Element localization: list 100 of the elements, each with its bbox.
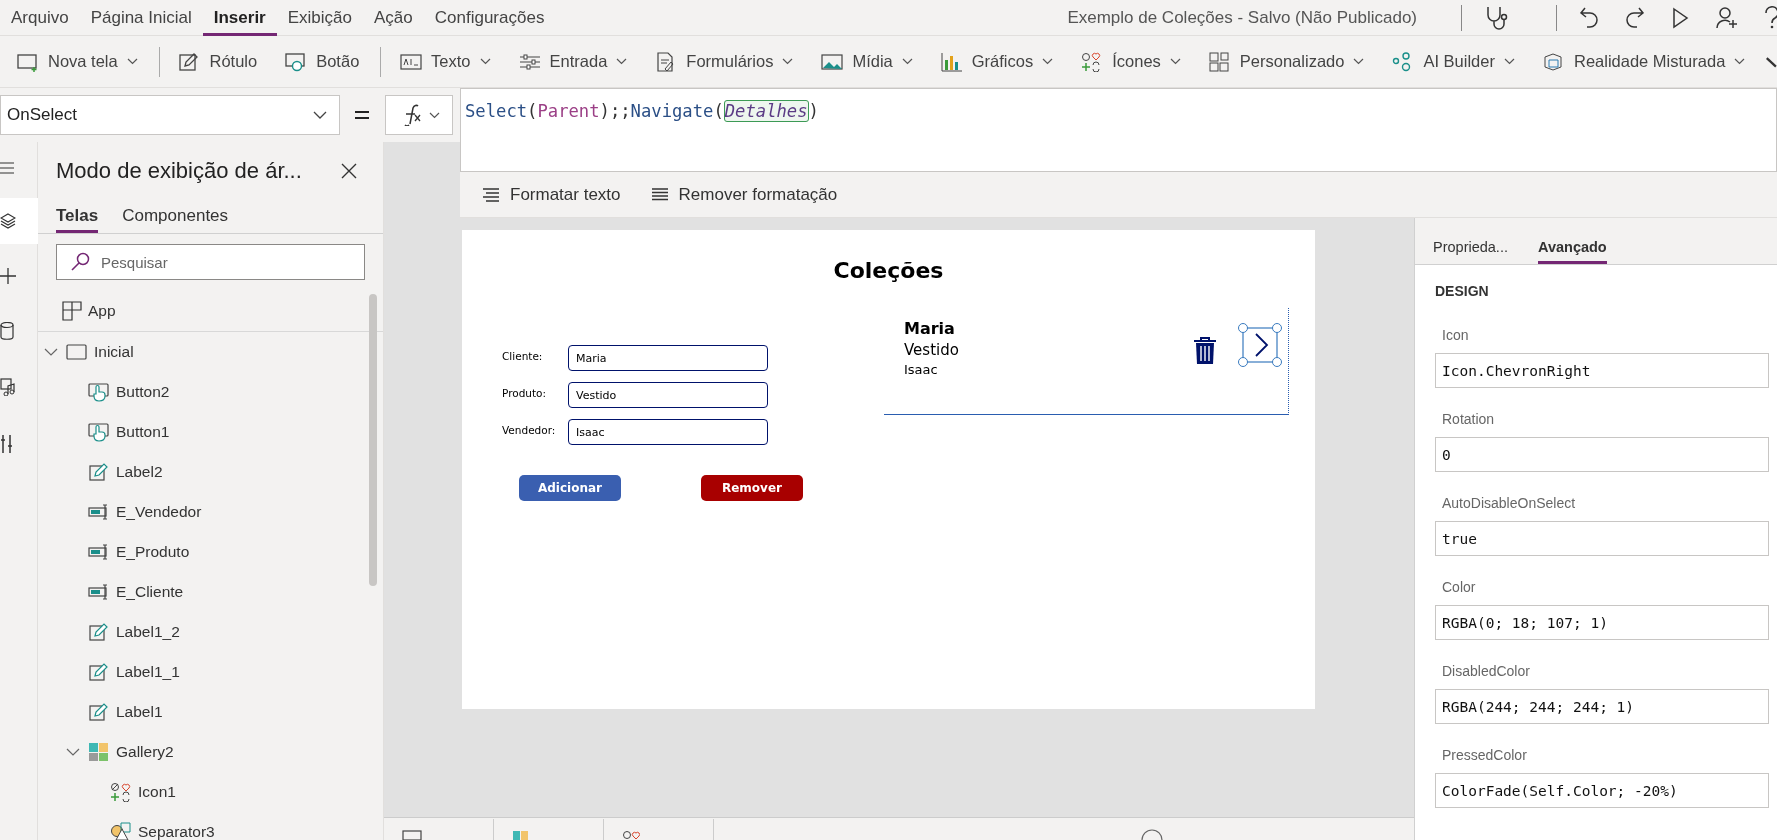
toolbar-button[interactable]: Mídia [814,45,920,78]
toolbar-button[interactable]: Gráficos [933,45,1061,78]
close-icon[interactable] [341,163,357,179]
toolbar-button[interactable]: Nova tela [10,45,145,78]
tree-item[interactable]: Inicial [38,332,383,372]
property-label: Rotation [1442,411,1496,427]
undo-icon[interactable] [1579,5,1599,30]
format-button[interactable]: Formatar texto [482,184,621,205]
stethoscope-icon[interactable] [1484,4,1508,31]
tree-view-tab[interactable] [0,198,38,244]
label-icon [88,462,110,482]
app-icon [62,301,82,321]
play-icon[interactable] [1671,6,1689,29]
toolbar-button[interactable]: Realidade Misturada [1535,45,1753,78]
caret-icon [1503,58,1515,65]
zoom-icon[interactable] [1140,828,1164,840]
tree-item[interactable]: Button1 [38,412,383,452]
button-icon [88,382,110,402]
text-input-icon [88,502,110,522]
panel-tab[interactable]: Telas [56,206,99,233]
menu-tab[interactable]: Página Inicial [79,3,203,36]
function-button[interactable] [385,95,453,135]
property-field[interactable]: RGBA(0; 18; 107; 1) [1435,605,1769,640]
item-body: Isaac [904,362,938,377]
menu-tab[interactable]: Exibição [276,3,363,36]
chevron-right-icon[interactable] [1242,327,1278,363]
resize-handle[interactable] [1238,357,1248,367]
toolbar-button[interactable]: Ícones [1074,45,1188,78]
button-icon [285,51,308,72]
caret-icon [428,111,440,119]
pen-icon[interactable] [1766,54,1777,69]
tree-item[interactable]: Gallery2 [38,732,383,772]
text-icon [400,51,423,72]
property-field[interactable]: true [1435,521,1769,556]
property-field[interactable]: ColorFade(Self.Color; -20%) [1435,773,1769,808]
toolbar-button[interactable]: Personalizado [1201,45,1372,78]
app-button[interactable]: Adicionar [519,475,621,501]
property-field[interactable]: Icon.ChevronRight [1435,353,1769,388]
tree-item[interactable]: Label2 [38,452,383,492]
label-icon [88,662,110,682]
layers-icon [0,213,16,229]
toolbar-button[interactable]: Entrada [511,45,635,78]
tree-item[interactable]: App [38,291,383,331]
property-field[interactable]: RGBA(244; 244; 244; 1) [1435,689,1769,724]
menu-tab[interactable]: Configurações [423,3,556,36]
toolbar-button[interactable]: Formulários [648,45,801,78]
tree-item[interactable]: Icon1 [38,772,383,812]
property-label: PressedColor [1442,747,1528,763]
text-input[interactable]: Maria [568,345,768,371]
tree-item[interactable]: Button2 [38,372,383,412]
help-icon[interactable] [1765,5,1777,30]
scrollbar[interactable] [369,294,377,586]
tree-item[interactable]: Label1 [38,692,383,732]
caret-icon [782,58,794,65]
toolbar-button[interactable]: Rótulo [171,45,265,78]
toolbar-button[interactable]: AI Builder [1385,45,1522,78]
tree-item[interactable]: Label1_1 [38,652,383,692]
menu-tab[interactable]: Arquivo [0,3,80,36]
media-icon[interactable] [0,378,16,396]
property-dropdown[interactable]: OnSelect [0,95,340,135]
panel-tab[interactable]: Proprieda... [1433,239,1508,264]
tree-item[interactable]: Label1_2 [38,612,383,652]
caret-icon [1734,58,1746,65]
caret-icon [1353,58,1365,65]
toolbar-button[interactable]: Botão [278,45,367,78]
caret-icon [313,111,327,119]
menu-tab[interactable]: Ação [363,3,424,36]
field-label: Vendedor: [502,424,556,436]
app-button[interactable]: Remover [701,475,803,501]
caret-icon [479,58,491,65]
input-icon [518,51,541,72]
resize-handle[interactable] [1272,323,1282,333]
property-label: DisabledColor [1442,663,1531,679]
database-icon[interactable] [0,322,14,340]
resize-handle[interactable] [1272,357,1282,367]
tree-item[interactable]: Separator3 [38,812,383,840]
text-input-icon [88,582,110,602]
menu-icon[interactable] [0,162,14,174]
redo-icon[interactable] [1625,5,1645,30]
format-button[interactable]: Remover formatação [650,184,838,205]
menu-tab[interactable]: Inserir [202,3,277,36]
property-label: Color [1442,579,1477,595]
tree-item[interactable]: E_Produto [38,532,383,572]
trash-icon[interactable] [1193,337,1217,365]
plus-icon[interactable] [0,268,16,284]
resize-handle[interactable] [1238,323,1248,333]
text-input[interactable]: Vestido [568,382,768,408]
panel-tab[interactable]: Componentes [122,206,229,233]
text-input-icon [88,542,110,562]
search-field[interactable]: Pesquisar [56,244,365,280]
toolbar-button[interactable]: Texto [393,45,498,78]
tree-item[interactable]: E_Vendedor [38,492,383,532]
media-icon [821,51,844,72]
panel-tab[interactable]: Avançado [1537,239,1607,264]
icons-icon [622,828,640,840]
text-input[interactable]: Isaac [568,419,768,445]
tree-item[interactable]: E_Cliente [38,572,383,612]
add-user-icon[interactable] [1715,5,1739,30]
property-field[interactable]: 0 [1435,437,1769,472]
tools-icon[interactable] [0,434,14,454]
